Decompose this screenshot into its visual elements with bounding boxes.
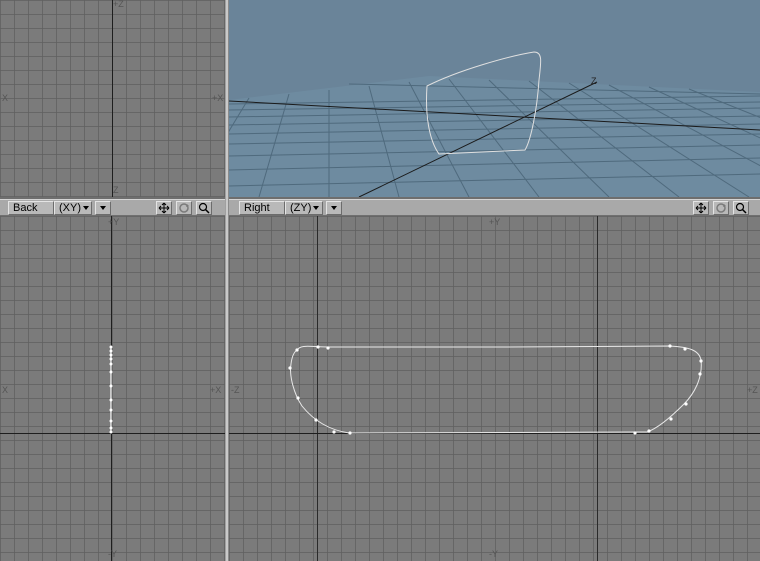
perspective-scene: Z (229, 51, 760, 197)
viewport-perspective[interactable]: Z (229, 0, 760, 197)
axis-label-left: X (2, 93, 9, 103)
chevron-down-icon (100, 206, 106, 211)
axis-label-right: +X (212, 93, 224, 103)
curve-object-profile (288, 344, 703, 435)
axis-label-top: +Z (113, 0, 124, 9)
viewport-right[interactable]: +Y -Z +Z -Y (229, 216, 760, 561)
rotate-icon[interactable] (713, 201, 729, 215)
axes-mode-label: (XY) (59, 202, 81, 214)
view-name-label: Right (244, 202, 270, 214)
view-name-label: Back (13, 202, 38, 214)
axes-mode-label: (ZY) (290, 202, 312, 214)
axes-mode-dropdown[interactable]: (XY) (54, 201, 92, 215)
zoom-icon[interactable] (196, 201, 212, 215)
view-name-button[interactable]: Right (239, 201, 285, 215)
viewport-top[interactable]: +Z X +X Z (0, 0, 225, 197)
view-name-button[interactable]: Back (8, 201, 54, 215)
curve-edge-view (109, 345, 113, 434)
chevron-down-icon (83, 206, 89, 211)
chevron-down-icon (313, 206, 320, 211)
view-options-dropdown[interactable] (326, 201, 342, 215)
axis-vertical (112, 0, 113, 197)
move-icon[interactable] (693, 201, 709, 215)
rotate-icon[interactable] (176, 201, 192, 215)
viewport-back[interactable]: +Y X +X -Y (0, 216, 225, 561)
view-options-dropdown[interactable] (95, 201, 111, 215)
toolbar-back: Back (XY) (0, 199, 225, 216)
toolbar-right: Right (ZY) (229, 199, 760, 216)
axes-mode-dropdown[interactable]: (ZY) (285, 201, 323, 215)
move-icon[interactable] (156, 201, 172, 215)
axis-label-bottom: Z (113, 185, 119, 195)
chevron-down-icon (331, 206, 337, 211)
axis-label-z: Z (591, 76, 597, 86)
zoom-icon[interactable] (733, 201, 749, 215)
